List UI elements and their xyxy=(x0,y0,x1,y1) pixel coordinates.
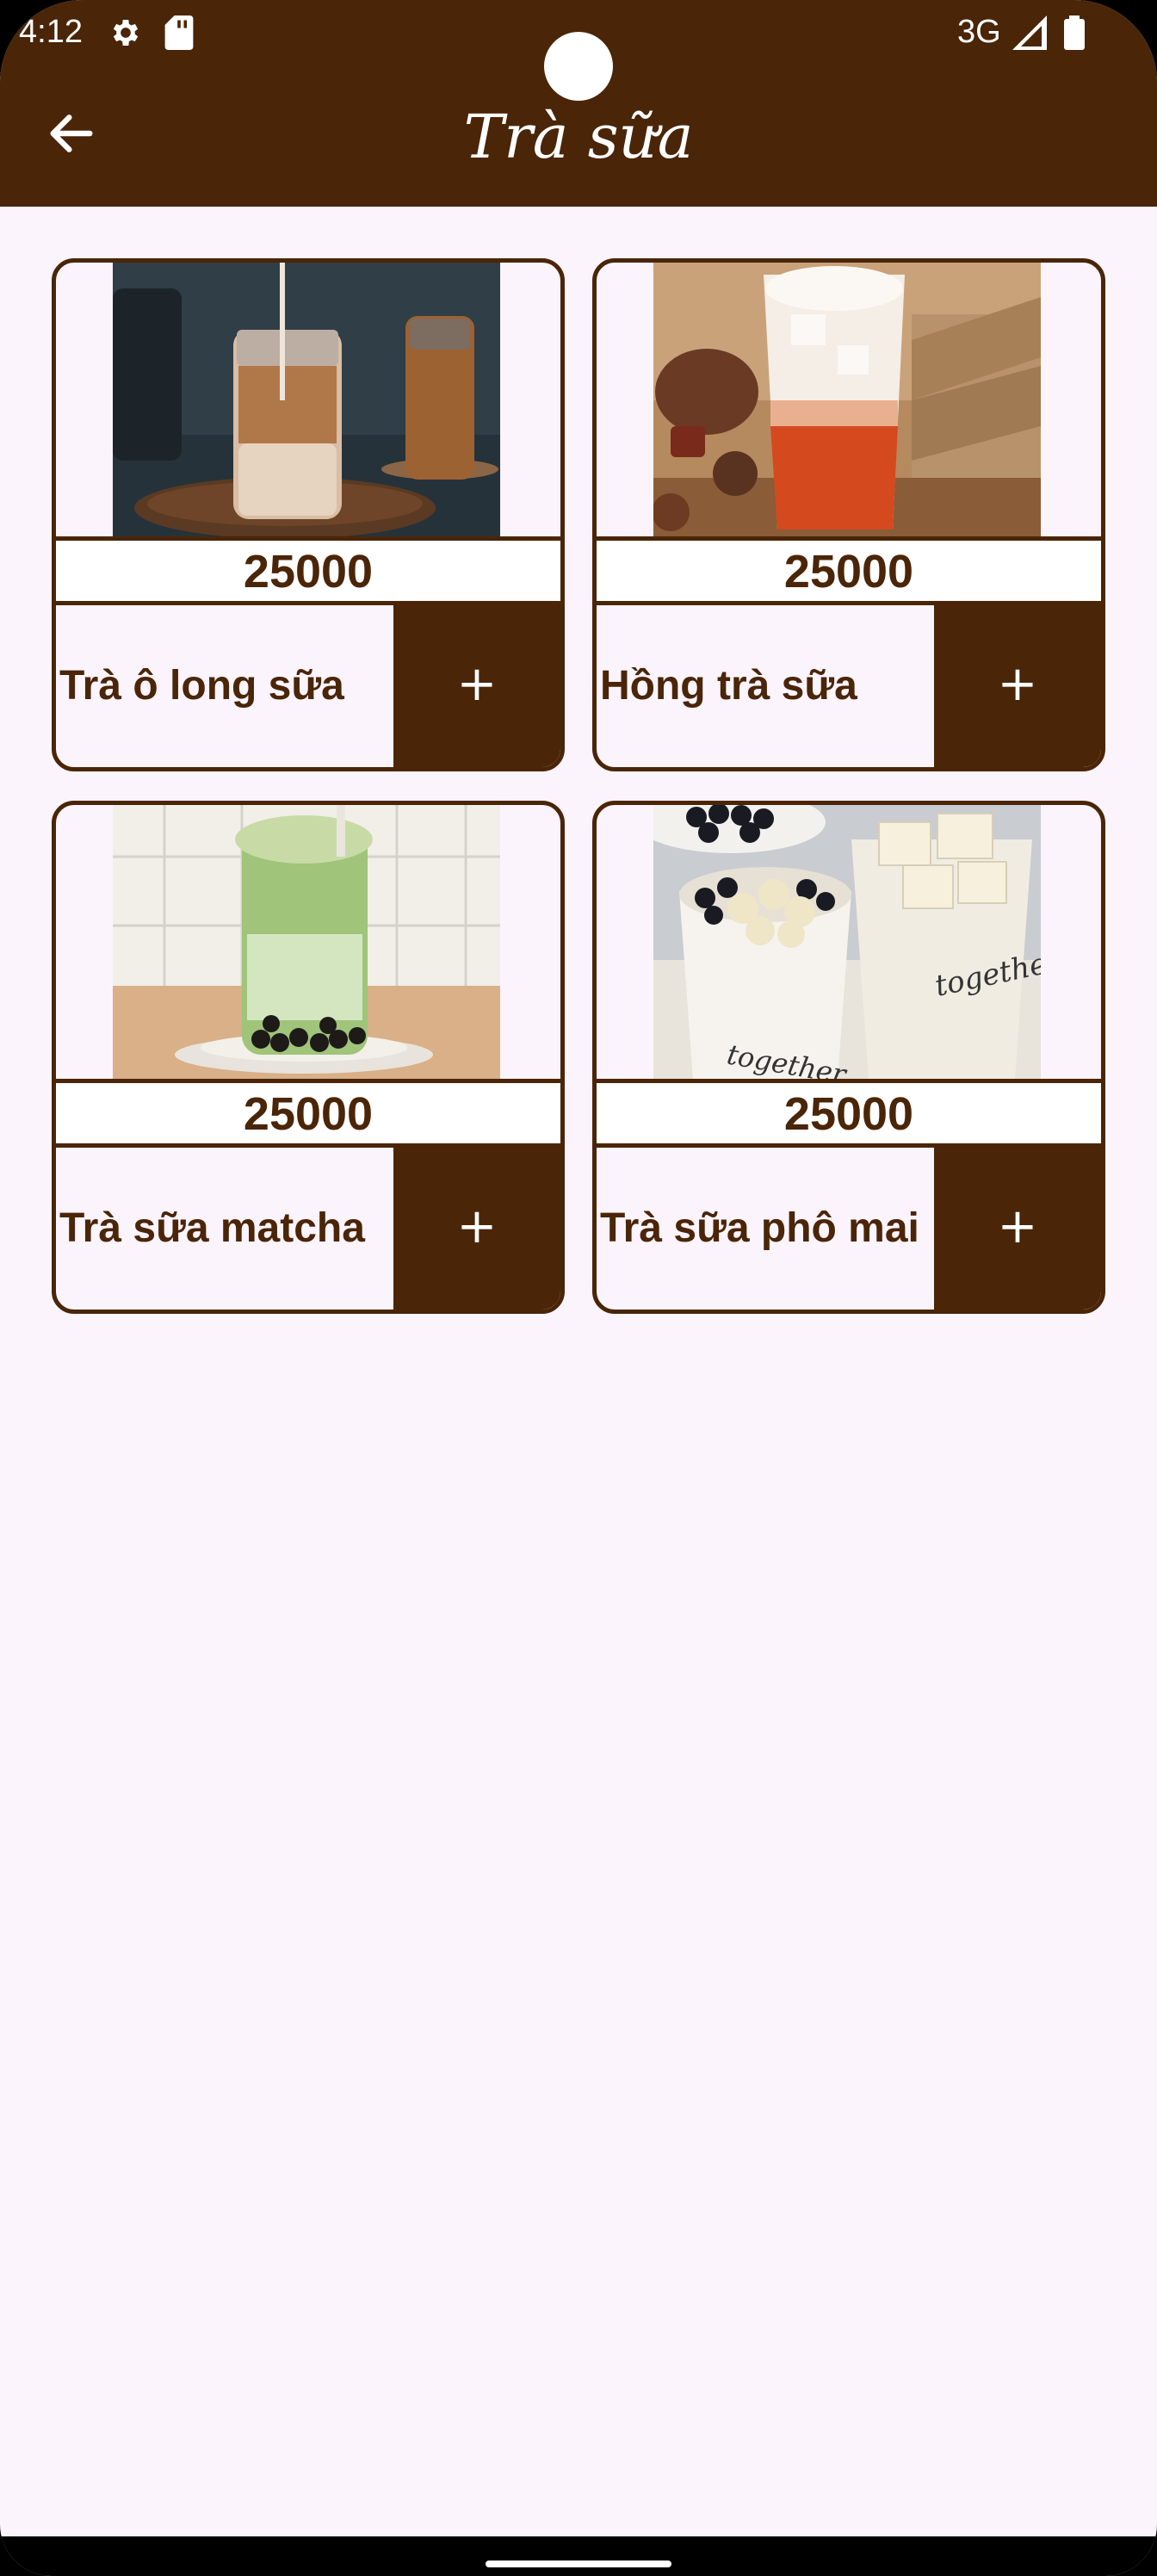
signal-icon xyxy=(1012,15,1047,54)
product-image xyxy=(653,263,1041,536)
add-to-cart-button[interactable]: + xyxy=(934,601,1101,767)
page-title: Trà sữa xyxy=(463,102,694,172)
product-card[interactable]: 25000 Trà sữa matcha + xyxy=(52,801,565,1314)
home-indicator[interactable] xyxy=(486,2561,671,2567)
product-name: Trà sữa matcha xyxy=(59,1205,365,1251)
app-bar: 4:12 3G Trà sữa xyxy=(0,0,1157,207)
product-price: 25000 xyxy=(56,1079,560,1148)
product-card[interactable]: 25000 Trà ô long sữa + xyxy=(52,258,565,771)
product-image xyxy=(113,805,500,1079)
product-card[interactable]: 25000 Hồng trà sữa + xyxy=(592,258,1105,771)
add-to-cart-button[interactable]: + xyxy=(393,1143,560,1310)
gear-icon xyxy=(108,15,143,54)
product-price: 25000 xyxy=(597,536,1101,605)
add-to-cart-button[interactable]: + xyxy=(934,1143,1101,1310)
add-to-cart-button[interactable]: + xyxy=(393,601,560,767)
product-name: Trà ô long sữa xyxy=(59,663,344,709)
product-price: 25000 xyxy=(597,1079,1101,1148)
navigation-bar xyxy=(0,2536,1157,2576)
status-time: 4:12 xyxy=(19,14,83,50)
product-price: 25000 xyxy=(56,536,560,605)
battery-icon xyxy=(1064,15,1085,54)
product-card[interactable]: together together 25000 Trà sữa phô mai xyxy=(592,801,1105,1314)
product-name: Hồng trà sữa xyxy=(600,663,857,709)
app-screen: 4:12 3G Trà sữa 25000 Trà ô long sữa + 2… xyxy=(0,0,1157,2576)
product-image: together together xyxy=(653,805,1041,1079)
network-type: 3G xyxy=(957,14,1001,50)
product-image xyxy=(113,263,500,536)
sd-card-icon xyxy=(164,15,195,54)
product-name: Trà sữa phô mai xyxy=(600,1205,919,1251)
product-grid: 25000 Trà ô long sữa + 25000 Hồng trà sữ… xyxy=(52,258,1105,1314)
